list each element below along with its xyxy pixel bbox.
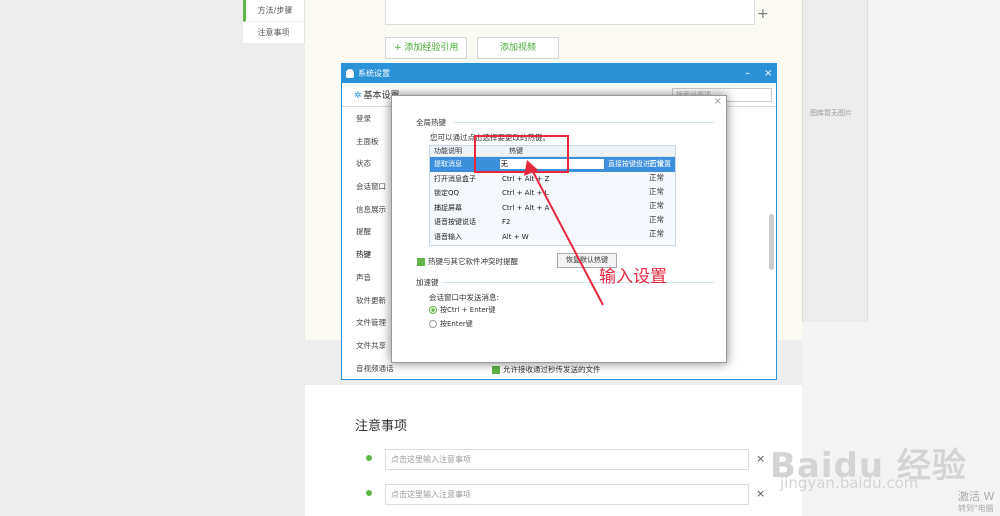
step-text-area[interactable] [385,0,755,25]
send-message-label: 会话窗口中发送消息: [429,293,500,302]
nav-item-notes[interactable]: 注意事项 [243,22,304,44]
radio-enter[interactable]: 按Enter键 [429,319,473,329]
radio-ctrl-enter-label: 按Ctrl + Enter键 [440,306,496,314]
hotkey-status: 正常 [649,159,664,168]
hotkey-status: 正常 [649,173,664,182]
note-bullet-icon [366,455,372,461]
hotkey-key: F2 [502,218,511,226]
bg-file-checkbox-label: 允许接收通过秒传发送的文件 [503,365,601,374]
activate-windows-text: 激活 W [958,490,995,503]
window-close-button[interactable]: × [764,64,772,83]
radio-checked-icon [429,306,437,314]
hotkey-key: Ctrl + Alt + L [502,189,549,197]
hotkey-name: 提取消息 [434,160,462,168]
hotkey-name: 捕捉屏幕 [434,203,462,212]
nav-item-steps[interactable]: 方法/步骤 [243,0,304,22]
note-input[interactable]: 点击这里输入注意事项 [385,449,749,470]
left-nav: 方法/步骤 注意事项 [243,0,305,44]
radio-enter-label: 按Enter键 [440,320,473,328]
bg-file-checkbox[interactable]: 允许接收通过秒传发送的文件 [492,364,601,375]
radio-unchecked-icon [429,320,437,328]
image-library-panel [802,0,868,322]
dialog-close-icon[interactable]: × [714,96,722,107]
table-row[interactable]: 捕捉屏幕 Ctrl + Alt + A [430,201,675,216]
annotation-highlight-box [474,135,569,173]
conflict-checkbox[interactable]: 热键与其它软件冲突时提醒 [417,256,518,267]
hotkey-name: 语音按键说话 [434,218,476,226]
global-hotkeys-title: 全局热键 [416,118,446,127]
add-video-button[interactable]: 添加视频 [477,37,560,59]
hotkey-key: Ctrl + Alt + A [502,203,550,212]
section-divider [442,282,714,283]
table-row[interactable]: 锁定QQ Ctrl + Alt + L [430,186,675,201]
table-row[interactable]: 语音按键说话 F2 [430,215,675,230]
window-title: 系统设置 [358,69,390,78]
notes-title: 注意事项 [355,419,408,434]
hotkey-key: Ctrl + Alt + Z [502,174,550,183]
add-step-plus-icon[interactable]: + [757,6,769,22]
checkbox-icon [492,366,500,374]
gear-icon: ✲ [354,91,362,101]
accel-keys-title: 加速键 [416,278,439,287]
table-row[interactable]: 语音输入 Alt + W [430,230,675,245]
note-delete-icon[interactable]: × [756,487,765,500]
settings-scrollbar[interactable] [769,214,774,270]
window-titlebar[interactable]: 系统设置 – × [342,64,776,83]
section-divider [454,122,714,123]
header-function: 功能说明 [434,147,462,155]
hotkey-name: 语音输入 [434,232,462,241]
hotkey-name: 打开消息盒子 [434,174,476,183]
qq-logo-icon [346,69,354,78]
note-delete-icon[interactable]: × [756,452,765,465]
baidu-watermark-url: jingyan.baidu.com [780,474,919,492]
hotkey-status: 正常 [649,229,664,238]
hotkey-status: 正常 [649,187,664,196]
table-row[interactable]: 打开消息盒子 Ctrl + Alt + Z [430,172,675,187]
add-experience-ref-button[interactable]: + 添加经验引用 [385,37,468,59]
hotkey-name: 锁定QQ [434,189,460,197]
image-library-empty-text: 图库暂无图片 [810,109,852,117]
note-input[interactable]: 点击这里输入注意事项 [385,484,749,505]
checkbox-icon [417,258,425,266]
hotkey-status: 正常 [649,201,664,210]
annotation-text: 输入设置 [599,267,667,287]
activate-windows-subtext: 转到"电脑 [958,504,994,513]
radio-ctrl-enter[interactable]: 按Ctrl + Enter键 [429,305,496,315]
note-bullet-icon [366,490,372,496]
hotkey-key: Alt + W [502,232,529,241]
conflict-checkbox-label: 热键与其它软件冲突时提醒 [428,257,518,266]
hotkey-status: 正常 [649,215,664,224]
minimize-button[interactable]: – [745,64,750,83]
